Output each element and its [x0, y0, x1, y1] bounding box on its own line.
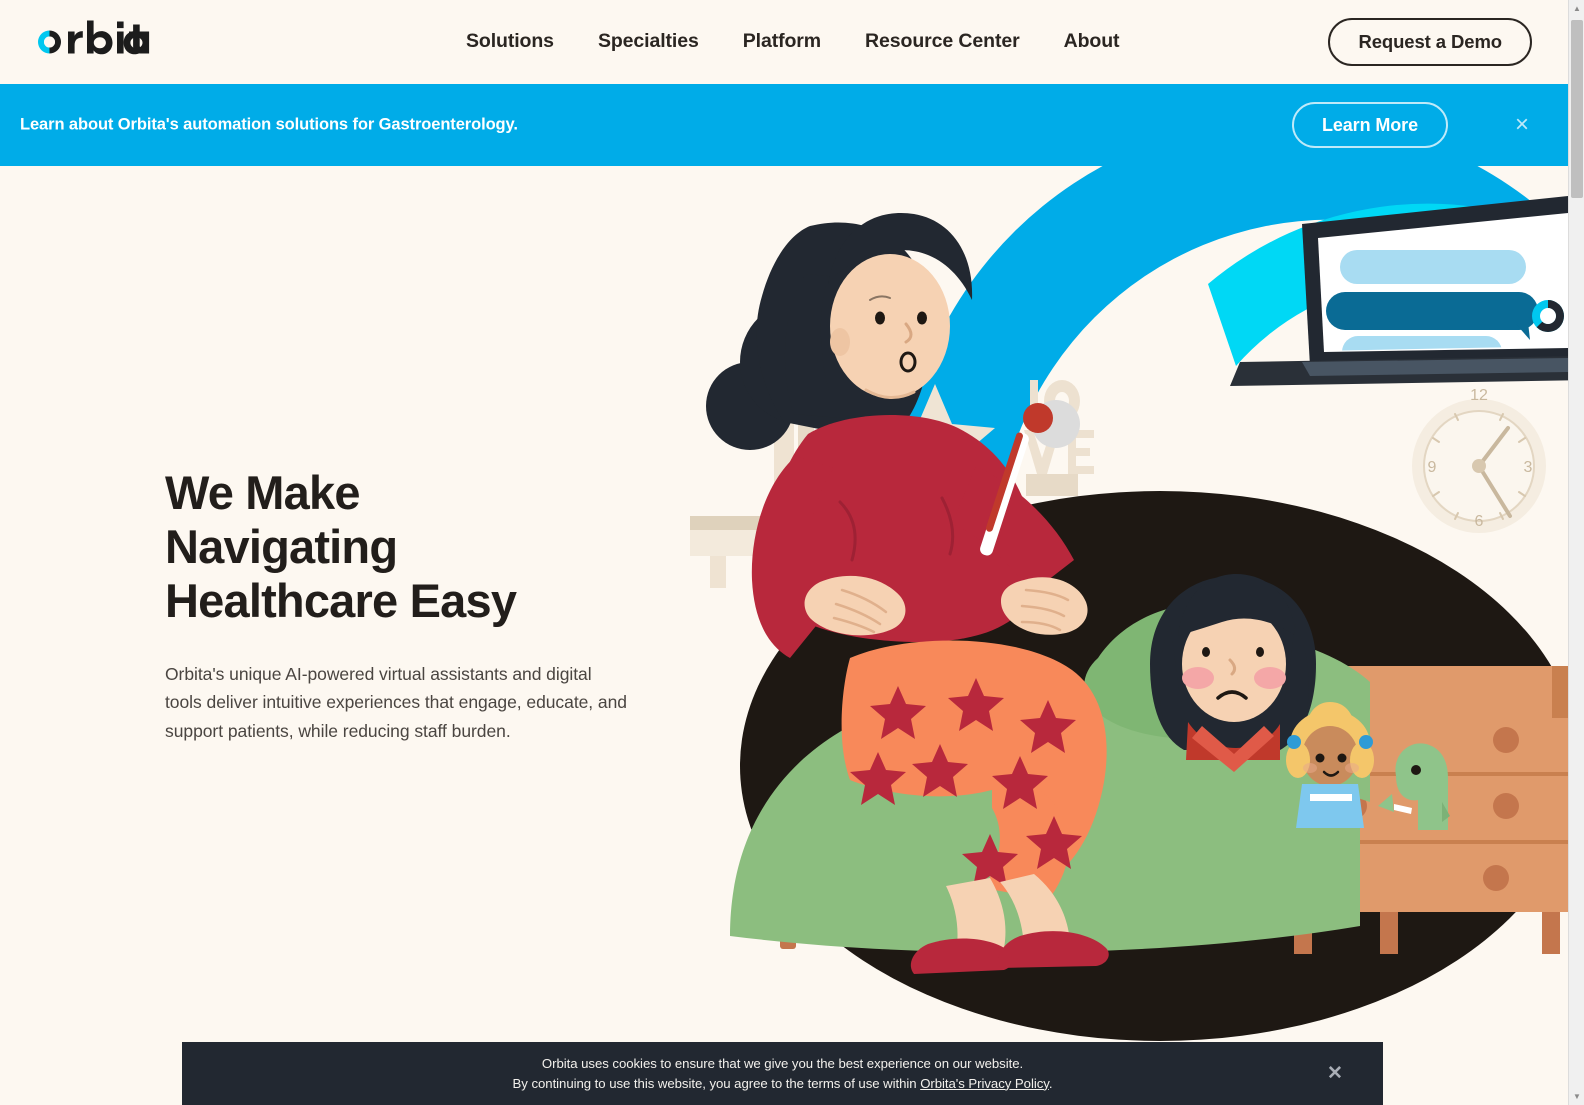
nav-item-platform[interactable]: Platform	[743, 32, 821, 52]
announcement-learn-more-button[interactable]: Learn More	[1291, 102, 1448, 148]
caregiver-with-sick-child-illustration: 12 3 6 9	[690, 166, 1568, 1041]
hero-illustration: 12 3 6 9	[690, 166, 1568, 1046]
nav-item-solutions[interactable]: Solutions	[466, 32, 554, 52]
announcement-bar: Learn about Orbita's automation solution…	[0, 84, 1568, 166]
cookie-line-2-prefix: By continuing to use this website, you a…	[512, 1075, 921, 1091]
hero-subtitle: Orbita's unique AI-powered virtual assis…	[165, 664, 627, 741]
main-navigation: Solutions Specialties Platform Resource …	[466, 0, 1120, 84]
scrollbar-up-arrow[interactable]: ▲	[1569, 0, 1584, 17]
cookie-close-icon[interactable]: ✕	[1323, 1062, 1347, 1086]
scrollbar-thumb[interactable]	[1571, 20, 1583, 198]
cookie-text: Orbita uses cookies to ensure that we gi…	[513, 1054, 1053, 1092]
page-scrollbar[interactable]: ▲ ▼	[1568, 0, 1584, 1105]
privacy-policy-link[interactable]: Orbita's Privacy Policy	[920, 1076, 1049, 1091]
request-a-demo-button[interactable]: Request a Demo	[1328, 18, 1532, 66]
orbita-logo[interactable]	[26, 18, 164, 64]
announcement-close-icon[interactable]: ×	[1508, 111, 1536, 139]
nav-item-specialties[interactable]: Specialties	[598, 32, 699, 52]
page-root: Solutions Specialties Platform Resource …	[0, 0, 1568, 1105]
hero-title: We Make Navigating Healthcare Easy	[165, 466, 517, 628]
nav-item-about[interactable]: About	[1064, 32, 1120, 52]
hero-section: We Make Navigating Healthcare Easy Orbit…	[0, 166, 1568, 1105]
cookie-line-1: Orbita uses cookies to ensure that we gi…	[541, 1056, 1024, 1072]
cookie-consent-bar: Orbita uses cookies to ensure that we gi…	[182, 1042, 1383, 1105]
site-header: Solutions Specialties Platform Resource …	[0, 0, 1568, 84]
announcement-message: Learn about Orbita's automation solution…	[20, 115, 518, 134]
scrollbar-down-arrow[interactable]: ▼	[1569, 1088, 1584, 1105]
cookie-line-2-suffix: .	[1048, 1075, 1053, 1091]
nav-item-resource-center[interactable]: Resource Center	[865, 32, 1020, 52]
hero-copy: We Make Navigating Healthcare Easy Orbit…	[165, 466, 665, 745]
orbita-logo-mark	[38, 20, 150, 55]
